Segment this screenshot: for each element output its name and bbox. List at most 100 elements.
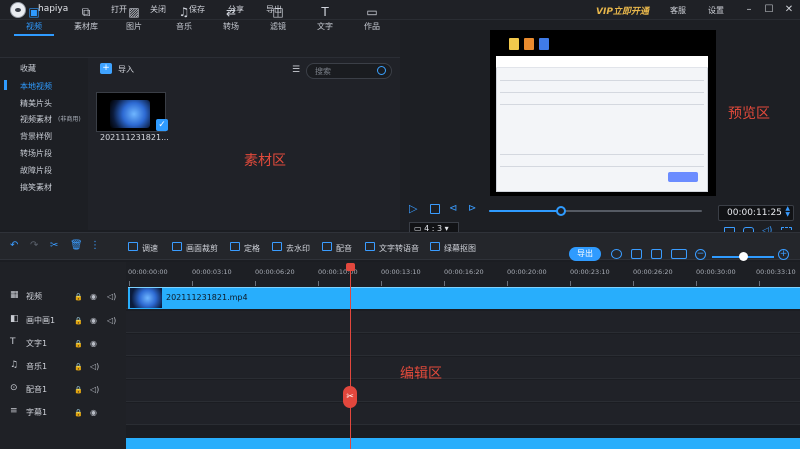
category-favorites[interactable]: 收藏 <box>20 63 36 74</box>
check-icon[interactable]: ✓ <box>156 119 168 131</box>
scissors-icon[interactable]: ✂ <box>50 240 58 251</box>
record-icon[interactable] <box>611 249 622 259</box>
tts-icon[interactable] <box>365 242 375 251</box>
category-local-video[interactable]: 本地视频 <box>20 81 52 92</box>
undo-icon[interactable]: ↶ <box>10 240 18 251</box>
category-intro[interactable]: 精美片头 <box>20 98 52 109</box>
zoom-out-icon[interactable]: − <box>695 249 706 260</box>
track-lane-pip[interactable] <box>126 311 800 333</box>
ruler-tick-label: 00:00:23:10 <box>570 268 610 276</box>
tool-greenscreen[interactable]: 绿幕抠图 <box>444 243 476 254</box>
lock-icon[interactable]: 🔒 <box>74 293 83 301</box>
delete-icon[interactable]: 🗑 <box>70 240 83 251</box>
settings-link[interactable]: 设置 <box>708 5 724 16</box>
timeline-clip-thumbnail <box>130 288 162 308</box>
bookmark-icon[interactable] <box>651 249 662 259</box>
lock-icon[interactable]: 🔒 <box>74 386 83 394</box>
eye-icon[interactable]: ◉ <box>90 408 97 417</box>
eye-icon[interactable]: ◉ <box>90 316 97 325</box>
volume-icon[interactable]: ◁) <box>90 385 99 394</box>
tool-crop[interactable]: 画面裁剪 <box>186 243 218 254</box>
tab-video[interactable]: ▣ 视频 <box>14 4 54 36</box>
tool-tts[interactable]: 文字转语音 <box>379 243 419 254</box>
lock-icon[interactable]: 🔒 <box>74 317 83 325</box>
tab-transition[interactable]: ⇄ 转场 <box>211 4 251 36</box>
tab-image[interactable]: ▨ 图片 <box>114 4 154 36</box>
tool-freeze[interactable]: 定格 <box>244 243 260 254</box>
watermark-icon[interactable] <box>272 242 282 251</box>
preview-content-line <box>500 166 704 167</box>
track-lane-music[interactable] <box>126 357 800 379</box>
eye-icon[interactable]: ◉ <box>90 339 97 348</box>
freeze-icon[interactable] <box>230 242 240 251</box>
tab-music[interactable]: ♫ 音乐 <box>164 4 204 36</box>
tab-text[interactable]: T 文字 <box>305 4 345 36</box>
playhead-marker[interactable] <box>346 263 355 271</box>
redo-icon[interactable]: ↷ <box>30 240 38 251</box>
close-icon[interactable]: ✕ <box>782 3 796 17</box>
text-icon: T <box>321 5 329 19</box>
import-icon[interactable]: + <box>100 63 112 74</box>
zoom-slider-handle[interactable] <box>739 252 748 261</box>
vip-link[interactable]: VIP立即开通 <box>596 4 649 17</box>
playhead-line[interactable] <box>350 268 351 449</box>
category-glitch[interactable]: 故障片段 <box>20 165 52 176</box>
layout-icon[interactable] <box>631 249 642 259</box>
crop-icon[interactable] <box>172 242 182 251</box>
category-backgrounds[interactable]: 背景样例 <box>20 131 52 142</box>
speed-icon[interactable] <box>128 242 138 251</box>
search-icon[interactable] <box>377 66 386 75</box>
preview-content-line <box>500 80 704 81</box>
ruler-tick <box>633 281 634 286</box>
ruler-tick <box>507 281 508 286</box>
tab-library[interactable]: ⧉ 素材库 <box>66 4 106 36</box>
stepper-icon[interactable]: ▲ ▼ <box>785 206 790 218</box>
minimize-icon[interactable]: – <box>742 3 756 17</box>
subtitle-track-icon: ≡ <box>10 406 18 416</box>
volume-icon[interactable]: ◁) <box>107 316 116 325</box>
tool-speed[interactable]: 调速 <box>142 243 158 254</box>
eye-icon[interactable]: ◉ <box>90 292 97 301</box>
track-lane-text[interactable] <box>126 334 800 356</box>
split-icon[interactable]: ⋮ <box>90 240 100 251</box>
playhead-scissors-icon[interactable]: ✂ <box>343 386 357 408</box>
tool-watermark[interactable]: 去水印 <box>286 243 310 254</box>
category-transitions[interactable]: 转场片段 <box>20 148 52 159</box>
lock-icon[interactable]: 🔒 <box>74 409 83 417</box>
prev-frame-icon[interactable]: ⊲ <box>449 203 457 214</box>
stop-icon[interactable] <box>430 204 440 214</box>
tab-works[interactable]: ▭ 作品 <box>352 4 392 36</box>
volume-icon[interactable]: ◁) <box>107 292 116 301</box>
greenscreen-icon[interactable] <box>430 242 440 251</box>
track-lane-dubbing[interactable] <box>126 380 800 402</box>
maximize-icon[interactable]: ☐ <box>762 3 776 17</box>
desktop-app-icon <box>524 38 534 50</box>
ruler-tick-label: 00:00:06:20 <box>255 268 295 276</box>
timecode-field[interactable]: 00:00:11:25 ▲ ▼ <box>718 205 794 221</box>
search-box[interactable] <box>306 63 392 79</box>
category-video-assets[interactable]: 视频素材 <box>20 114 52 125</box>
fit-width-icon[interactable] <box>671 249 687 259</box>
export-button[interactable]: 导出 <box>569 247 601 261</box>
import-button[interactable]: 导入 <box>118 64 134 75</box>
play-icon[interactable]: ▷ <box>409 203 421 215</box>
track-lane-subtitle[interactable] <box>126 403 800 425</box>
music-track-icon: ♫ <box>10 360 19 370</box>
tool-dubbing[interactable]: 配音 <box>336 243 352 254</box>
ruler-tick <box>255 281 256 286</box>
mic-icon[interactable] <box>322 242 332 251</box>
next-frame-icon[interactable]: ⊳ <box>468 203 476 214</box>
ruler-tick <box>570 281 571 286</box>
ruler-tick-label: 00:00:26:20 <box>633 268 673 276</box>
search-input[interactable] <box>315 66 375 76</box>
support-link[interactable]: 客服 <box>670 5 686 16</box>
lock-icon[interactable]: 🔒 <box>74 340 83 348</box>
lock-icon[interactable]: 🔒 <box>74 363 83 371</box>
tab-filter[interactable]: ◫ 滤镜 <box>258 4 298 36</box>
volume-icon[interactable]: ◁) <box>90 362 99 371</box>
film-icon: ▣ <box>28 5 40 19</box>
sort-icon[interactable]: ☰ <box>292 65 300 75</box>
zoom-in-icon[interactable]: + <box>778 249 789 260</box>
category-funny[interactable]: 搞笑素材 <box>20 182 52 193</box>
timeline-scrollbar[interactable] <box>126 438 800 449</box>
